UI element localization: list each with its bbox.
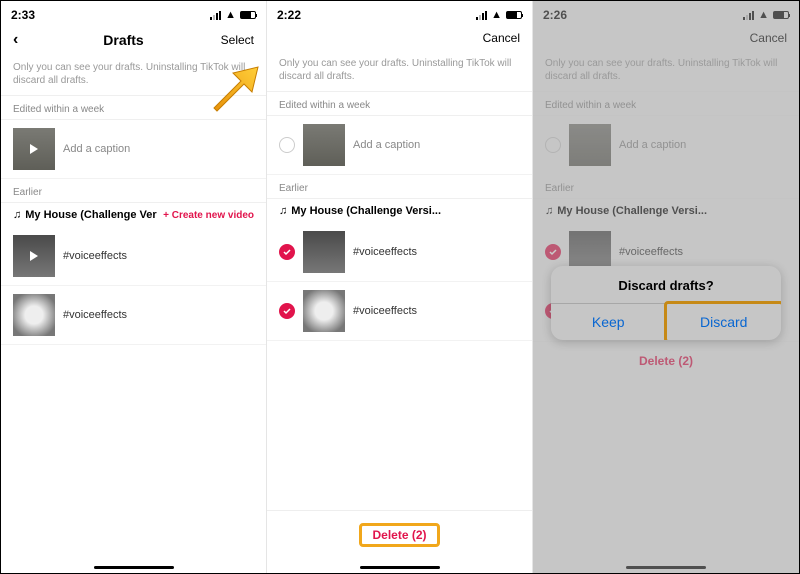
song-row: ♫My House (Challenge Versi... xyxy=(267,199,532,223)
video-thumb xyxy=(569,124,611,166)
play-icon xyxy=(30,251,38,261)
page-title: Drafts xyxy=(43,32,204,48)
clock: 2:22 xyxy=(277,8,301,22)
home-indicator xyxy=(360,566,440,569)
video-thumb xyxy=(13,235,55,277)
battery-icon xyxy=(773,11,789,19)
status-icons: ▲ xyxy=(743,9,789,21)
music-note-icon: ♫ xyxy=(13,209,21,221)
song-title: ♫My House (Challenge Versi... xyxy=(279,205,441,217)
song-row: ♫My House (Challenge Versi... xyxy=(533,199,799,223)
clock: 2:26 xyxy=(543,8,567,22)
section-header-recent: Edited within a week xyxy=(533,94,799,116)
panel-2: 2:22 ▲ Cancel Only you can see your draf… xyxy=(267,1,533,573)
draft-row[interactable]: #voiceeffects xyxy=(267,223,532,282)
drafts-disclaimer: Only you can see your drafts. Uninstalli… xyxy=(533,53,799,92)
cancel-button[interactable]: Cancel xyxy=(470,31,520,45)
status-bar: 2:26 ▲ xyxy=(533,1,799,25)
wifi-icon: ▲ xyxy=(758,9,769,21)
select-radio-checked[interactable] xyxy=(279,244,295,260)
play-icon xyxy=(30,144,38,154)
draft-row[interactable]: #voiceeffects xyxy=(267,282,532,341)
caption: #voiceeffects xyxy=(619,246,683,258)
create-new-video-button[interactable]: + Create new video xyxy=(163,210,254,221)
section-header-earlier: Earlier xyxy=(1,181,266,203)
delete-button[interactable]: Delete (2) xyxy=(639,354,693,368)
status-bar: 2:22 ▲ xyxy=(267,1,532,25)
back-icon[interactable]: ‹ xyxy=(13,31,43,49)
nav-bar: Cancel xyxy=(267,25,532,53)
section-header-earlier: Earlier xyxy=(533,177,799,199)
caption: #voiceeffects xyxy=(353,305,417,317)
wifi-icon: ▲ xyxy=(225,9,236,21)
caption: #voiceeffects xyxy=(63,309,127,321)
select-button[interactable]: Select xyxy=(204,33,254,47)
annotation-arrow-icon xyxy=(206,61,261,116)
discard-button[interactable]: Discard xyxy=(664,301,782,340)
song-row: ♫My House (Challenge Versi... + Create n… xyxy=(1,203,266,227)
draft-row[interactable]: #voiceeffects xyxy=(1,227,266,286)
status-icons: ▲ xyxy=(210,9,256,21)
music-note-icon: ♫ xyxy=(545,205,553,217)
video-thumb xyxy=(13,294,55,336)
battery-icon xyxy=(506,11,522,19)
delete-button[interactable]: Delete (2) xyxy=(359,523,439,547)
video-thumb xyxy=(303,290,345,332)
discard-alert: Discard drafts? Keep Discard xyxy=(551,266,781,340)
panel-1: 2:33 ▲ ‹ Drafts Select Only you can see … xyxy=(1,1,267,573)
video-thumb xyxy=(303,124,345,166)
home-indicator xyxy=(626,566,706,569)
footer: Delete (2) xyxy=(533,341,799,394)
select-radio-checked[interactable] xyxy=(279,303,295,319)
cancel-button[interactable]: Cancel xyxy=(737,31,787,45)
draft-row[interactable]: #voiceeffects xyxy=(1,286,266,345)
footer: Delete (2) xyxy=(267,510,532,573)
nav-bar: Cancel xyxy=(533,25,799,53)
caption-placeholder: Add a caption xyxy=(63,143,130,155)
nav-bar: ‹ Drafts Select xyxy=(1,25,266,57)
song-title: ♫My House (Challenge Versi... xyxy=(545,205,707,217)
select-radio-checked[interactable] xyxy=(545,244,561,260)
select-radio[interactable] xyxy=(279,137,295,153)
video-thumb xyxy=(13,128,55,170)
drafts-disclaimer: Only you can see your drafts. Uninstalli… xyxy=(267,53,532,92)
caption: #voiceeffects xyxy=(353,246,417,258)
status-bar: 2:33 ▲ xyxy=(1,1,266,25)
music-note-icon: ♫ xyxy=(279,205,287,217)
clock: 2:33 xyxy=(11,8,35,22)
draft-row[interactable]: Add a caption xyxy=(1,120,266,179)
home-indicator xyxy=(94,566,174,569)
song-title: ♫My House (Challenge Versi... xyxy=(13,209,157,221)
section-header-recent: Edited within a week xyxy=(267,94,532,116)
caption-placeholder: Add a caption xyxy=(619,139,686,151)
signal-icon xyxy=(743,11,754,20)
signal-icon xyxy=(210,11,221,20)
wifi-icon: ▲ xyxy=(491,9,502,21)
video-thumb xyxy=(303,231,345,273)
battery-icon xyxy=(240,11,256,19)
keep-button[interactable]: Keep xyxy=(551,304,667,340)
caption: #voiceeffects xyxy=(63,250,127,262)
status-icons: ▲ xyxy=(476,9,522,21)
caption-placeholder: Add a caption xyxy=(353,139,420,151)
draft-row[interactable]: Add a caption xyxy=(533,116,799,175)
alert-title: Discard drafts? xyxy=(551,266,781,303)
select-radio[interactable] xyxy=(545,137,561,153)
tutorial-triptych: 2:33 ▲ ‹ Drafts Select Only you can see … xyxy=(0,0,800,574)
signal-icon xyxy=(476,11,487,20)
draft-row[interactable]: Add a caption xyxy=(267,116,532,175)
section-header-earlier: Earlier xyxy=(267,177,532,199)
panel-3: 2:26 ▲ Cancel Only you can see your draf… xyxy=(533,1,799,573)
